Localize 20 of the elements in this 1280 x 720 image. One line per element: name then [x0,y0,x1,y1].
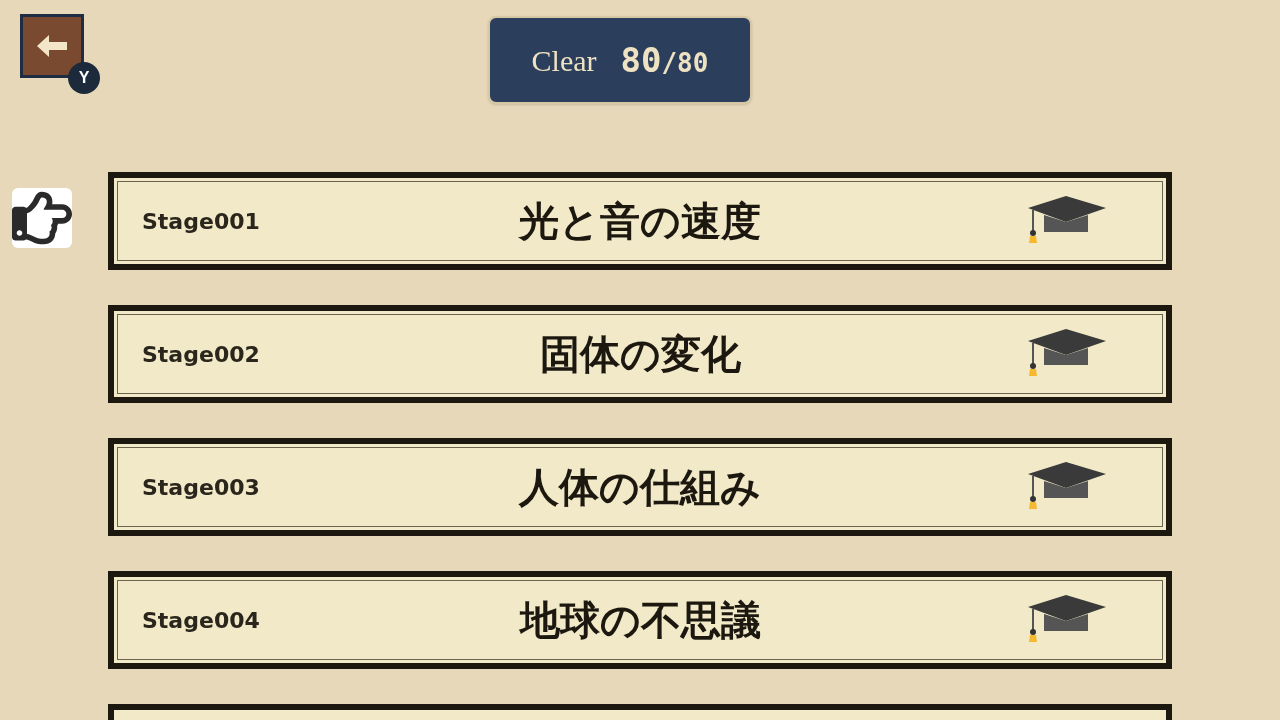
stage-number: Stage002 [142,340,261,369]
stage-title: 人体の仕組み [517,464,762,511]
stage-title: 地球の不思議 [518,597,762,644]
stage-card[interactable]: Stage004 地球の不思議 [108,571,1172,669]
stage-title: 光と音の速度 [517,198,762,245]
stage-number: Stage001 [142,207,261,236]
stage-title: 固体の変化 [538,331,742,378]
graduation-cap-icon [1026,462,1106,512]
stage-number: Stage004 [142,606,261,635]
stage-number: Stage003 [142,473,261,502]
left-arrow-icon [37,35,67,57]
stage-card[interactable]: Stage001 光と音の速度 [108,172,1172,270]
stage-card[interactable]: Stage002 固体の変化 [108,305,1172,403]
graduation-cap-icon [1026,196,1106,246]
graduation-cap-icon [1026,595,1106,645]
clear-label: Clear [531,42,597,79]
graduation-cap-icon [1026,329,1106,379]
clear-count: 80/80 [620,38,709,82]
stage-card[interactable]: Stage003 人体の仕組み [108,438,1172,536]
key-hint-badge: Y [68,62,100,94]
